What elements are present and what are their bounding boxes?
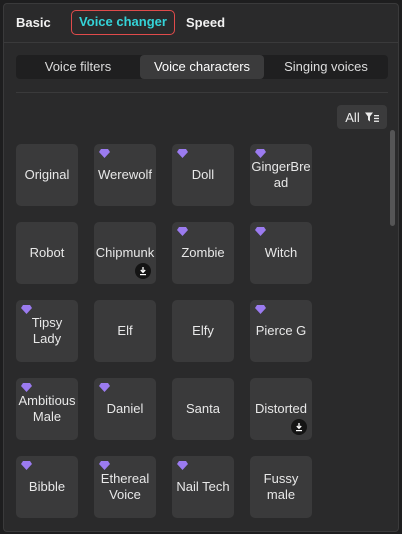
premium-gem-icon <box>21 383 32 392</box>
premium-gem-icon <box>99 461 110 470</box>
voice-card-label: Robot <box>29 245 65 260</box>
voice-card[interactable]: Elfy <box>172 300 234 362</box>
voice-card[interactable]: Daniel <box>94 378 156 440</box>
segment-voice-characters[interactable]: Voice characters <box>140 55 264 79</box>
tab-voice-changer[interactable]: Voice changer <box>71 10 175 35</box>
voice-card[interactable]: Witch <box>250 222 312 284</box>
voice-card-label: Tipsy Lady <box>31 315 63 346</box>
premium-gem-icon <box>255 227 266 236</box>
voice-card-label: Werewolf <box>98 167 152 182</box>
voice-card[interactable]: Santa <box>172 378 234 440</box>
premium-gem-icon <box>99 149 110 158</box>
voice-card[interactable]: Ethereal Voice <box>94 456 156 518</box>
voice-card[interactable]: Pierce G <box>250 300 312 362</box>
voice-card-label: Elf <box>117 323 133 338</box>
voice-card[interactable]: Chipmunk <box>94 222 156 284</box>
voice-card[interactable]: Robot <box>16 222 78 284</box>
premium-gem-icon <box>255 305 266 314</box>
voice-card-label: Chipmunk <box>95 245 155 260</box>
filter-dropdown-button[interactable]: All <box>337 105 387 129</box>
voice-card-label: Distorted <box>254 401 308 416</box>
filter-icon <box>364 112 379 122</box>
voice-card[interactable]: Zombie <box>172 222 234 284</box>
voice-card[interactable]: Distorted <box>250 378 312 440</box>
voice-card-label: Pierce G <box>255 323 307 338</box>
download-icon[interactable] <box>135 263 151 279</box>
voice-card[interactable]: Nail Tech <box>172 456 234 518</box>
voice-card[interactable]: Original <box>16 144 78 206</box>
voice-card-label: Santa <box>186 401 220 416</box>
voice-card-label: Fussy male <box>263 471 299 502</box>
segment-singing-voices[interactable]: Singing voices <box>264 55 388 79</box>
segment-voice-filters[interactable]: Voice filters <box>16 55 140 79</box>
voice-card-label: Zombie <box>181 245 225 260</box>
premium-gem-icon <box>255 149 266 158</box>
voice-card[interactable]: Doll <box>172 144 234 206</box>
divider <box>4 42 398 43</box>
voice-card[interactable]: GingerBre ad <box>250 144 312 206</box>
download-icon[interactable] <box>291 419 307 435</box>
voice-card-label: Nail Tech <box>176 479 230 494</box>
tab-basic[interactable]: Basic <box>16 11 51 35</box>
voice-card-label: Elfy <box>192 323 214 338</box>
voice-card[interactable]: Werewolf <box>94 144 156 206</box>
voice-card-label: GingerBre ad <box>251 159 311 190</box>
divider <box>16 92 388 93</box>
voice-card-label: Doll <box>191 167 215 182</box>
top-tab-bar: Basic Voice changer Speed <box>4 4 398 42</box>
premium-gem-icon <box>177 227 188 236</box>
tab-speed[interactable]: Speed <box>186 11 225 35</box>
voice-card-label: Ambitious Male <box>18 393 76 424</box>
voice-changer-panel: Basic Voice changer Speed Voice filters … <box>3 3 399 532</box>
scrollbar-thumb[interactable] <box>390 130 395 226</box>
voice-card[interactable]: Bibble <box>16 456 78 518</box>
voice-card-label: Witch <box>264 245 298 260</box>
voice-card-label: Daniel <box>106 401 144 416</box>
voice-card-label: Bibble <box>28 479 66 494</box>
voice-card[interactable]: Tipsy Lady <box>16 300 78 362</box>
filter-label: All <box>345 109 360 125</box>
voice-card-label: Original <box>24 167 70 182</box>
voice-card[interactable]: Elf <box>94 300 156 362</box>
premium-gem-icon <box>177 149 188 158</box>
voice-card-label: Ethereal Voice <box>100 471 150 502</box>
premium-gem-icon <box>99 383 110 392</box>
voice-card[interactable]: Ambitious Male <box>16 378 78 440</box>
voice-card[interactable]: Fussy male <box>250 456 312 518</box>
premium-gem-icon <box>177 461 188 470</box>
voice-category-segmented-control: Voice filters Voice characters Singing v… <box>16 55 388 79</box>
premium-gem-icon <box>21 305 32 314</box>
premium-gem-icon <box>21 461 32 470</box>
